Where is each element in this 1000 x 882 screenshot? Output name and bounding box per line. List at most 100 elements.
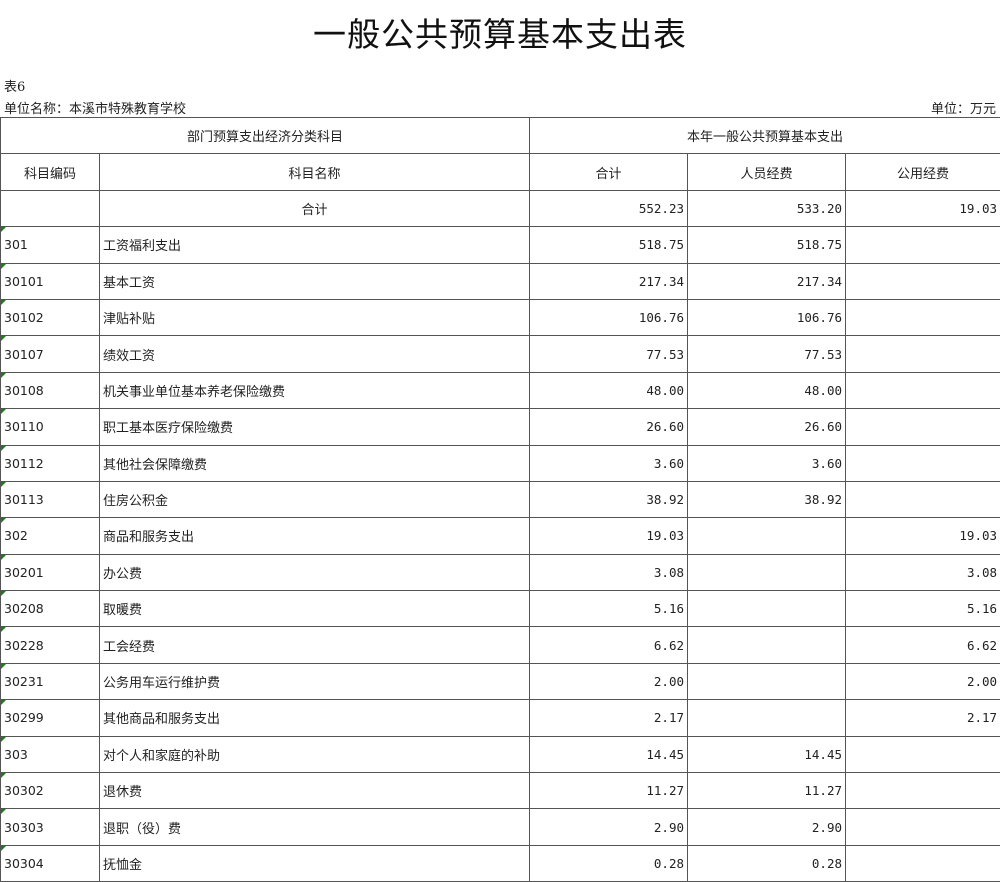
- row-total: 11.27: [529, 772, 689, 810]
- row-total: 2.90: [529, 808, 689, 846]
- row-total: 3.60: [529, 444, 689, 482]
- row-public: [845, 444, 1000, 482]
- row-name: 绩效工资: [98, 335, 531, 373]
- row-public: [845, 844, 1000, 882]
- header-total: 合计: [529, 153, 689, 191]
- total-public: 19.03: [845, 189, 1000, 228]
- row-public: [845, 298, 1000, 337]
- row-total: 518.75: [529, 226, 689, 264]
- header-name: 科目名称: [98, 153, 531, 191]
- row-total: 2.17: [529, 699, 689, 737]
- table-row: 30299 其他商品和服务支出 2.17 2.17: [0, 699, 1000, 737]
- row-personnel: 26.60: [687, 408, 847, 446]
- row-public: 2.00: [845, 662, 1000, 701]
- header-public: 公用经费: [845, 153, 1000, 191]
- row-public: [845, 371, 1000, 410]
- row-name: 工会经费: [98, 626, 531, 664]
- row-total: 38.92: [529, 480, 689, 519]
- row-total: 26.60: [529, 408, 689, 446]
- row-name: 职工基本医疗保险缴费: [98, 408, 531, 446]
- row-total: 106.76: [529, 298, 689, 337]
- row-total: 6.62: [529, 626, 689, 664]
- row-code: 30228: [0, 626, 100, 664]
- table-row: 30302 退休费 11.27 11.27: [0, 772, 1000, 810]
- row-personnel: 518.75: [687, 226, 847, 264]
- table-row: 30110 职工基本医疗保险缴费 26.60 26.60: [0, 408, 1000, 446]
- row-total: 0.28: [529, 844, 689, 882]
- row-public: [845, 480, 1000, 519]
- budget-expenditure-table: 部门预算支出经济分类科目 本年一般公共预算基本支出 科目编码 科目名称 合计 人…: [0, 116, 1000, 882]
- row-public: 5.16: [845, 590, 1000, 628]
- row-personnel: [687, 626, 847, 664]
- row-name: 公务用车运行维护费: [98, 662, 531, 701]
- row-public: [845, 808, 1000, 846]
- table-row: 30303 退职（役）费 2.90 2.90: [0, 808, 1000, 846]
- row-name: 其他商品和服务支出: [98, 699, 531, 737]
- row-code: 30231: [0, 662, 100, 701]
- row-name: 基本工资: [98, 262, 531, 300]
- row-personnel: [687, 553, 847, 592]
- row-code: 30101: [0, 262, 100, 300]
- page-title: 一般公共预算基本支出表: [313, 15, 687, 54]
- row-total: 217.34: [529, 262, 689, 300]
- table-row: 30101 基本工资 217.34 217.34: [0, 262, 1000, 300]
- row-total: 48.00: [529, 371, 689, 410]
- total-label: 合计: [98, 189, 531, 228]
- row-name: 津贴补贴: [98, 298, 531, 337]
- row-total: 19.03: [529, 517, 689, 555]
- row-public: 3.08: [845, 553, 1000, 592]
- row-name: 商品和服务支出: [98, 517, 531, 555]
- row-name: 退职（役）费: [98, 808, 531, 846]
- row-code: 30302: [0, 772, 100, 810]
- row-name: 抚恤金: [98, 844, 531, 882]
- table-row: 30107 绩效工资 77.53 77.53: [0, 335, 1000, 373]
- total-total: 552.23: [529, 189, 689, 228]
- row-personnel: [687, 517, 847, 555]
- table-row: 302 商品和服务支出 19.03 19.03: [0, 517, 1000, 555]
- row-name: 其他社会保障缴费: [98, 444, 531, 482]
- row-code: 30108: [0, 371, 100, 410]
- row-code: 301: [0, 226, 100, 264]
- row-personnel: 0.28: [687, 844, 847, 882]
- header-personnel: 人员经费: [687, 153, 847, 191]
- row-personnel: 14.45: [687, 735, 847, 774]
- table-row: 30201 办公费 3.08 3.08: [0, 553, 1000, 592]
- table-number: 表6: [4, 80, 26, 95]
- total-row: 合计 552.23 533.20 19.03: [0, 189, 1000, 228]
- row-name: 工资福利支出: [98, 226, 531, 264]
- row-code: 30304: [0, 844, 100, 882]
- row-public: 6.62: [845, 626, 1000, 664]
- row-personnel: 3.60: [687, 444, 847, 482]
- row-personnel: [687, 699, 847, 737]
- row-personnel: 217.34: [687, 262, 847, 300]
- row-public: [845, 408, 1000, 446]
- row-code: 303: [0, 735, 100, 774]
- row-public: 19.03: [845, 517, 1000, 555]
- row-total: 77.53: [529, 335, 689, 373]
- row-code: 30110: [0, 408, 100, 446]
- row-public: [845, 335, 1000, 373]
- row-code: 30107: [0, 335, 100, 373]
- row-total: 5.16: [529, 590, 689, 628]
- table-row: 30208 取暖费 5.16 5.16: [0, 590, 1000, 628]
- header-group-row: 部门预算支出经济分类科目 本年一般公共预算基本支出: [0, 116, 1000, 155]
- row-personnel: 106.76: [687, 298, 847, 337]
- row-public: [845, 735, 1000, 774]
- row-total: 14.45: [529, 735, 689, 774]
- table-row: 30231 公务用车运行维护费 2.00 2.00: [0, 662, 1000, 701]
- table-row: 30108 机关事业单位基本养老保险缴费 48.00 48.00: [0, 371, 1000, 410]
- row-personnel: 2.90: [687, 808, 847, 846]
- row-public: [845, 772, 1000, 810]
- row-total: 3.08: [529, 553, 689, 592]
- row-code: 30113: [0, 480, 100, 519]
- row-name: 机关事业单位基本养老保险缴费: [98, 371, 531, 410]
- row-personnel: 48.00: [687, 371, 847, 410]
- row-name: 住房公积金: [98, 480, 531, 519]
- row-code: 30303: [0, 808, 100, 846]
- row-total: 2.00: [529, 662, 689, 701]
- row-personnel: [687, 662, 847, 701]
- table-row: 303 对个人和家庭的补助 14.45 14.45: [0, 735, 1000, 774]
- table-row: 30102 津贴补贴 106.76 106.76: [0, 298, 1000, 337]
- row-personnel: [687, 590, 847, 628]
- header-economic-classification: 部门预算支出经济分类科目: [0, 116, 531, 155]
